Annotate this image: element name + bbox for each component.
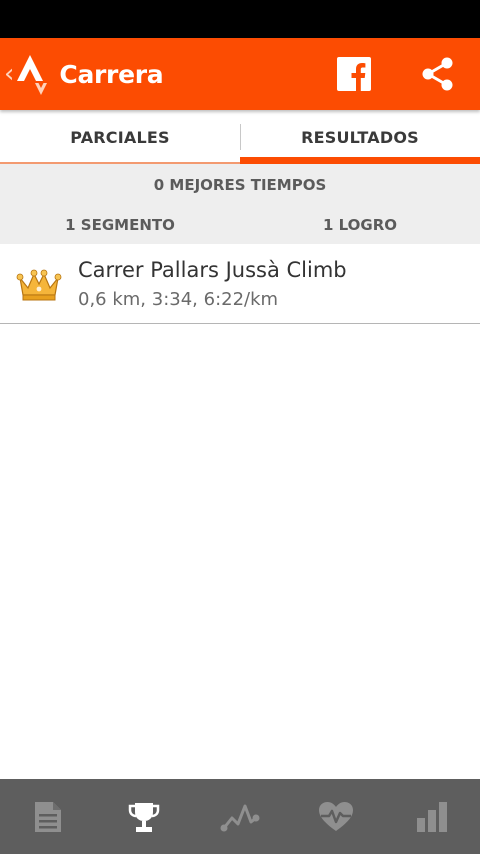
status-bar [0, 0, 480, 38]
document-icon [35, 801, 61, 832]
share-button[interactable] [396, 38, 480, 110]
nav-item-analysis[interactable] [192, 779, 288, 854]
trophy-icon [128, 802, 160, 832]
segment-stats: 0,6 km, 3:34, 6:22/km [78, 289, 279, 310]
crown-icon [16, 269, 62, 301]
achievement-count: 1 LOGRO [322, 216, 398, 234]
nav-item-results[interactable] [96, 779, 192, 854]
page-title: Carrera [59, 59, 164, 89]
facebook-icon [337, 57, 371, 91]
share-icon [422, 57, 453, 91]
best-times-count: 0 MEJORES TIEMPOS [153, 176, 327, 194]
strava-logo-icon [17, 55, 48, 95]
nav-item-heart-rate[interactable] [288, 779, 384, 854]
back-chevron-icon: ‹ [4, 59, 15, 89]
nav-item-summary[interactable] [0, 779, 96, 854]
tab-resultados[interactable]: RESULTADOS [240, 110, 480, 164]
bottom-navigation [0, 779, 480, 854]
elevation-icon [220, 804, 260, 831]
segment-count: 1 SEGMENTO [65, 216, 175, 234]
up-navigation[interactable]: ‹ Carrera [0, 38, 164, 110]
action-bar: ‹ Carrera [0, 38, 480, 110]
nav-item-stats[interactable] [384, 779, 480, 854]
tab-divider [240, 124, 241, 150]
tab-parciales[interactable]: PARCIALES [0, 110, 240, 164]
bar-chart-icon [417, 801, 447, 832]
heart-rate-icon [319, 801, 353, 831]
segment-effort-item[interactable]: Carrer Pallars Jussà Climb 0,6 km, 3:34,… [0, 244, 480, 324]
facebook-button[interactable] [312, 38, 396, 110]
results-summary: 0 MEJORES TIEMPOS 1 SEGMENTO 1 LOGRO [0, 164, 480, 244]
segment-name: Carrer Pallars Jussà Climb [78, 258, 347, 282]
